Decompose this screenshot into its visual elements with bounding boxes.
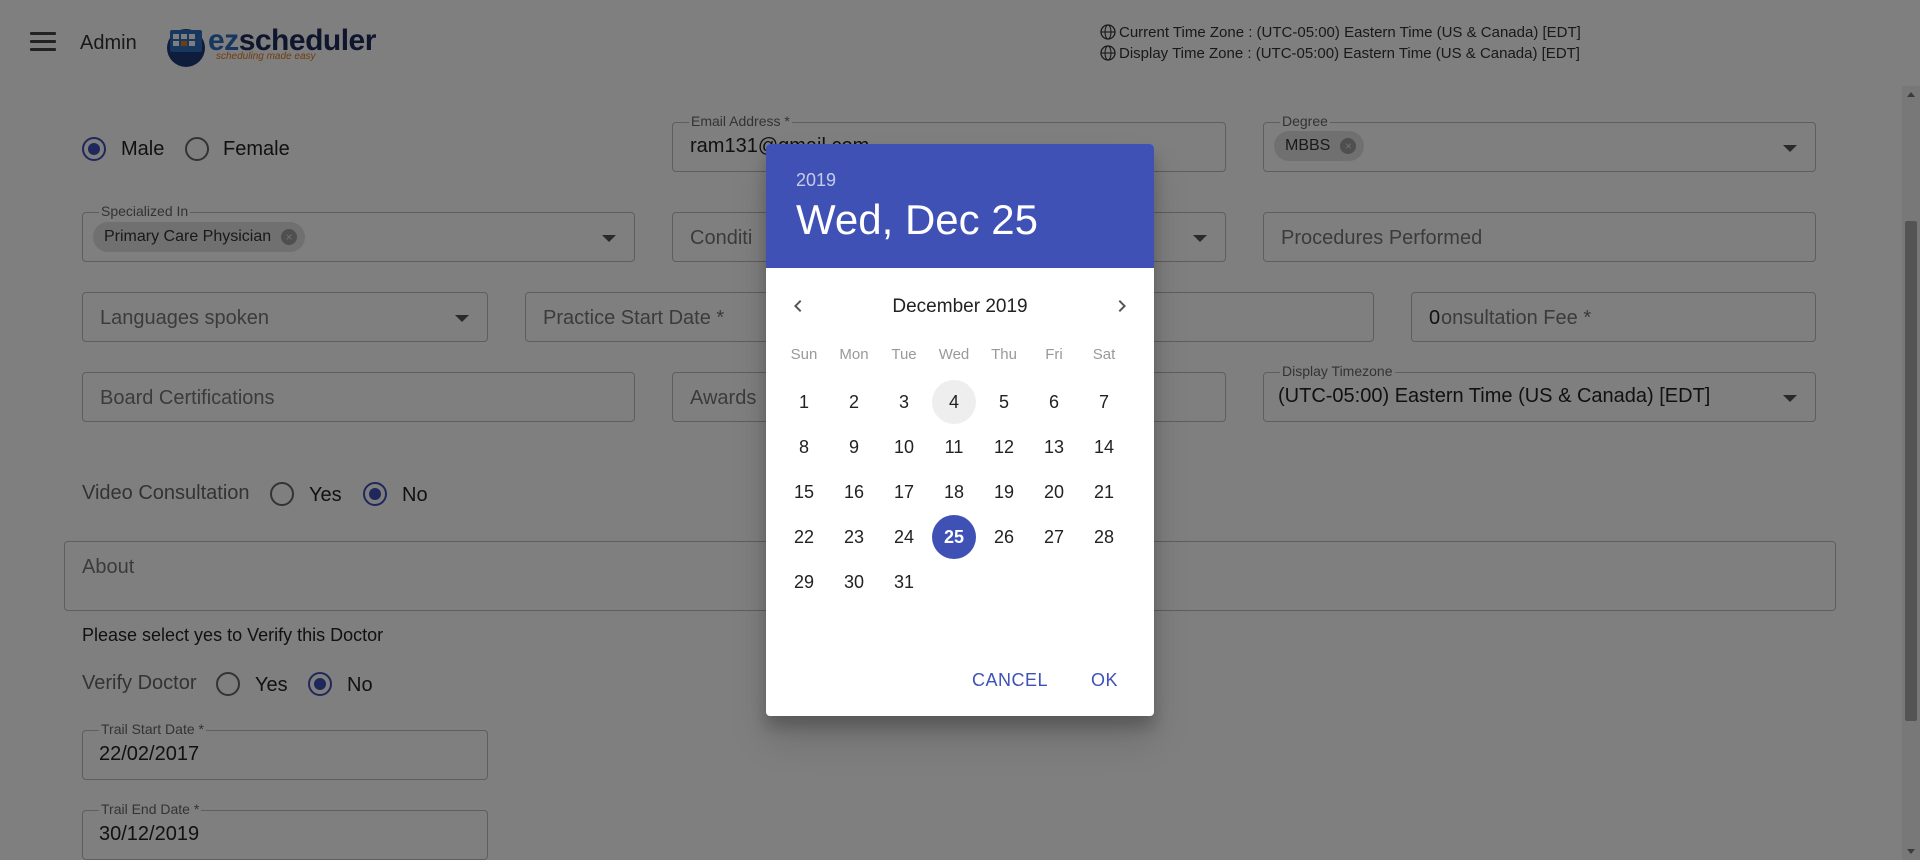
calendar-day[interactable]: 27 [1032, 515, 1076, 559]
weekday-label: Sat [1092, 346, 1116, 363]
calendar-day[interactable]: 3 [882, 380, 926, 424]
weekday-label: Tue [891, 346, 917, 363]
calendar-day[interactable]: 4 [932, 380, 976, 424]
date-picker-selected-date: Wed, Dec 25 [796, 196, 1039, 243]
calendar-day[interactable]: 2 [832, 380, 876, 424]
weekday-label: Mon [839, 346, 869, 363]
calendar-day[interactable]: 6 [1032, 380, 1076, 424]
cancel-button[interactable]: CANCEL [972, 670, 1048, 691]
calendar-day[interactable]: 15 [782, 470, 826, 514]
calendar-day[interactable]: 31 [882, 560, 926, 604]
calendar-day[interactable]: 12 [982, 425, 1026, 469]
calendar-day[interactable]: 7 [1082, 380, 1126, 424]
calendar-day[interactable]: 24 [882, 515, 926, 559]
calendar-day[interactable]: 23 [832, 515, 876, 559]
weekday-label: Thu [991, 346, 1017, 363]
calendar-day[interactable]: 10 [882, 425, 926, 469]
date-picker-dialog: 2019 Wed, Dec 25 December 2019 Sun Mon Tue… [766, 144, 1154, 716]
ok-button[interactable]: OK [1091, 670, 1118, 691]
calendar-day-selected[interactable]: 25 [932, 515, 976, 559]
calendar-month-header: December 2019 [766, 268, 1154, 340]
date-picker-year[interactable]: 2019 [796, 170, 836, 191]
calendar-day[interactable]: 22 [782, 515, 826, 559]
calendar-day[interactable]: 20 [1032, 470, 1076, 514]
calendar-day[interactable]: 18 [932, 470, 976, 514]
calendar-day[interactable]: 26 [982, 515, 1026, 559]
calendar-month-label: December 2019 [892, 296, 1028, 317]
calendar-day[interactable]: 28 [1082, 515, 1126, 559]
calendar-day[interactable]: 29 [782, 560, 826, 604]
calendar-day[interactable]: 9 [832, 425, 876, 469]
calendar-day[interactable]: 13 [1032, 425, 1076, 469]
calendar-day[interactable]: 17 [882, 470, 926, 514]
calendar-day[interactable]: 8 [782, 425, 826, 469]
chevron-right-icon [1118, 300, 1126, 312]
next-month-button[interactable] [1110, 294, 1134, 318]
calendar-day[interactable]: 14 [1082, 425, 1126, 469]
calendar-day[interactable]: 11 [932, 425, 976, 469]
calendar-day[interactable]: 21 [1082, 470, 1126, 514]
weekday-label: Fri [1045, 346, 1063, 363]
calendar-day[interactable]: 19 [982, 470, 1026, 514]
calendar-day[interactable]: 1 [782, 380, 826, 424]
weekday-label: Sun [790, 346, 818, 363]
weekday-label: Wed [938, 346, 970, 363]
calendar-day[interactable]: 30 [832, 560, 876, 604]
calendar-day[interactable]: 5 [982, 380, 1026, 424]
date-picker-header: 2019 Wed, Dec 25 [766, 144, 1154, 268]
calendar-day[interactable]: 16 [832, 470, 876, 514]
